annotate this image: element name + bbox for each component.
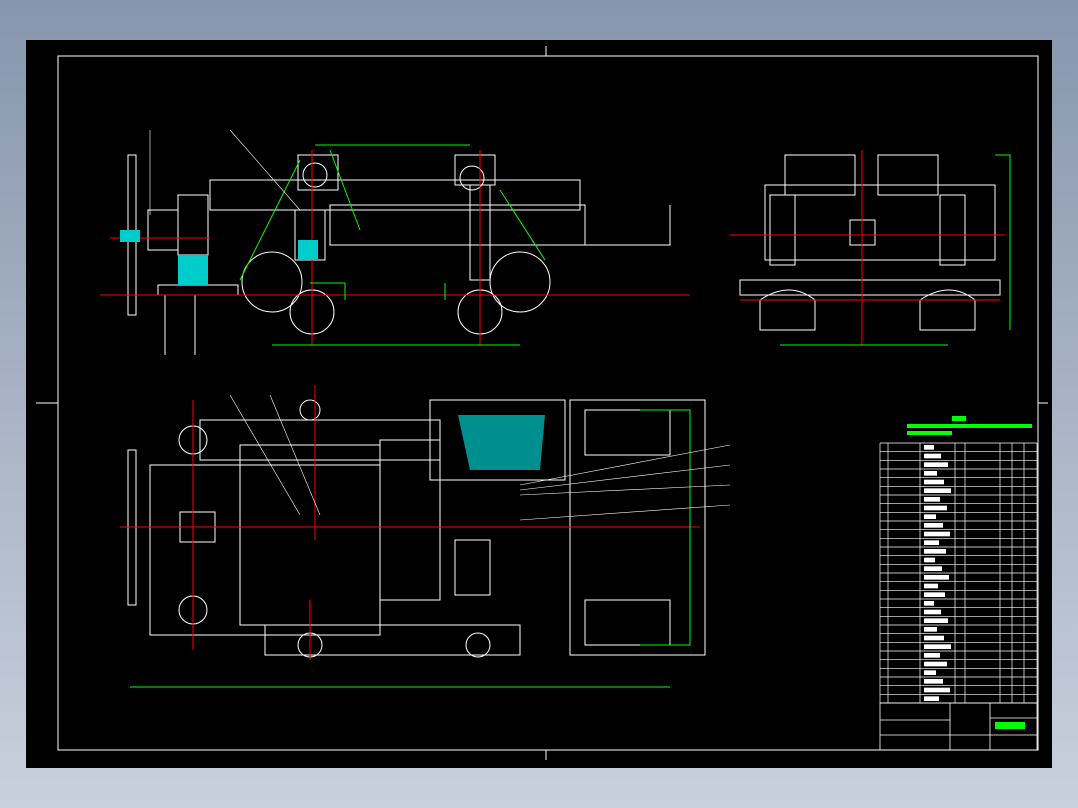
bom-cell-text <box>924 618 948 623</box>
drawing-frame <box>36 46 1048 760</box>
bom-cell-text <box>924 575 949 580</box>
bom-cell-text <box>924 679 943 684</box>
bom-cell-text <box>924 479 944 485</box>
bom-cell-text <box>924 696 939 701</box>
bom-cell-text <box>924 514 936 519</box>
plan-view <box>127 399 706 658</box>
side-view-centerlines <box>730 150 1005 345</box>
cad-viewport[interactable] <box>26 40 1052 768</box>
plan-view-section <box>458 415 545 470</box>
bom-cell-text <box>924 497 940 502</box>
drawing-canvas[interactable] <box>26 40 1052 768</box>
bom-cell-text <box>924 670 936 675</box>
title-block <box>879 702 1038 751</box>
bom-cell-text <box>924 583 938 589</box>
front-view <box>127 154 671 355</box>
side-view <box>739 154 1001 331</box>
front-view-centerlines <box>100 150 690 345</box>
bom-cell-text <box>924 601 934 606</box>
bom-cell-text <box>924 505 947 511</box>
bom-cell-text <box>924 566 942 571</box>
bom-cell-text <box>924 523 943 528</box>
bom-cell-text <box>924 531 950 537</box>
bom-cell-text <box>924 549 946 554</box>
bom-cell-text <box>924 462 948 467</box>
bom-cell-text <box>924 592 945 597</box>
bom-cell-text <box>924 453 941 459</box>
bom-cell-text <box>924 540 939 545</box>
bom-cell-text <box>924 557 935 563</box>
bom-cell-text <box>924 653 940 658</box>
bom-cell-text <box>924 627 937 632</box>
bom-cell-text <box>924 445 934 450</box>
bom-cell-text <box>924 471 937 476</box>
bom-cell-text <box>924 609 941 615</box>
bom-cell-text <box>924 635 944 641</box>
technical-notes <box>907 416 1032 435</box>
bom-cell-text <box>924 488 951 493</box>
bom-cell-text <box>924 687 950 693</box>
plan-view-centerlines <box>120 385 700 660</box>
bill-of-materials <box>879 442 1038 704</box>
bom-cell-text <box>924 644 951 649</box>
bom-cell-text <box>924 661 947 667</box>
